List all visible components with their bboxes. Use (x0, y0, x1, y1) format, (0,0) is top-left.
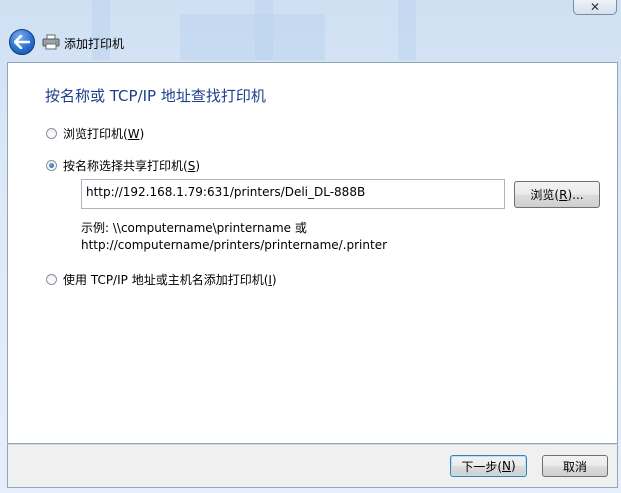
radio-browse[interactable] (46, 128, 57, 139)
printer-icon (42, 34, 60, 50)
browse-button[interactable]: 浏览(R)... (514, 181, 600, 208)
close-icon: ✕ (589, 0, 601, 14)
select-shared-printer-option[interactable]: 按名称选择共享打印机(S) (46, 157, 200, 174)
tcpip-option[interactable]: 使用 TCP/IP 地址或主机名添加打印机(I) (46, 271, 277, 288)
option-label: 按名称选择共享打印机(S) (63, 159, 200, 173)
page-heading: 按名称或 TCP/IP 地址查找打印机 (45, 87, 266, 105)
browse-printer-option[interactable]: 浏览打印机(W) (46, 125, 144, 142)
glass-reflection (255, 0, 273, 60)
back-arrow-icon (14, 35, 30, 49)
example-line-1: 示例: \\computername\printername 或 (81, 221, 307, 235)
radio-select-shared[interactable] (46, 160, 57, 171)
wizard-content: 按名称或 TCP/IP 地址查找打印机 浏览打印机(W) 按名称选择共享打印机(… (7, 62, 618, 444)
close-button[interactable]: ✕ (573, 0, 617, 15)
option-label: 浏览打印机(W) (63, 127, 145, 141)
glass-reflection (180, 14, 325, 60)
printer-url-input[interactable]: http://192.168.1.79:631/printers/Deli_DL… (81, 179, 505, 209)
wizard-footer: 下一步(N) 取消 (7, 444, 618, 488)
example-text: 示例: \\computername\printername 或 http://… (81, 220, 387, 254)
glass-reflection (398, 0, 416, 60)
radio-tcpip[interactable] (46, 274, 57, 285)
window-title: 添加打印机 (64, 37, 125, 51)
next-button[interactable]: 下一步(N) (450, 455, 527, 477)
cancel-button[interactable]: 取消 (542, 455, 608, 477)
back-button[interactable] (9, 29, 35, 55)
example-line-2: http://computername/printers/printername… (81, 238, 388, 252)
option-label: 使用 TCP/IP 地址或主机名添加打印机(I) (63, 273, 277, 287)
